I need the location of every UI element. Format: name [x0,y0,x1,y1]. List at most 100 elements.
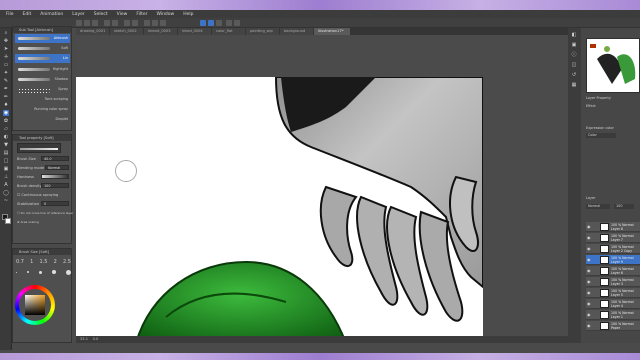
tab-document[interactable]: drawing_0001 [76,28,109,35]
brush-density-value[interactable]: 100 [41,183,69,188]
auto-select-icon[interactable]: ✦ [3,70,9,76]
opacity-value[interactable]: 100 [614,204,634,209]
blend-icon[interactable]: ◐ [3,134,9,140]
correct-line-icon[interactable]: ~ [3,198,9,204]
undo-icon[interactable] [104,20,110,26]
menu-filter[interactable]: Filter [136,12,147,17]
menu-window[interactable]: Window [156,12,174,17]
eyedropper-icon[interactable]: ✎ [3,78,9,84]
menu-edit[interactable]: Edit [23,12,32,17]
history-icon[interactable]: ↺ [571,72,577,78]
brush-size-preset[interactable]: 1 [30,259,33,265]
brush-item[interactable]: Highlight [15,65,70,74]
tab-document[interactable]: sketch_0002 [110,28,143,35]
eye-icon[interactable]: ◉ [587,313,591,317]
clear-icon[interactable] [124,20,130,26]
stabilization-value[interactable]: 0 [41,201,69,206]
redo-icon[interactable] [112,20,118,26]
figure-icon[interactable]: □ [3,158,9,164]
expression-color-select[interactable]: Color [586,133,616,138]
tab-document[interactable]: background [280,28,313,35]
airbrush-icon[interactable]: ◉ [3,110,9,116]
layer-row[interactable]: ◉ 100 % Normal Layer 7 [586,233,640,243]
menu-select[interactable]: Select [94,12,108,17]
brush-size-preset[interactable]: 2 [54,259,57,265]
new-icon[interactable] [76,20,82,26]
snap-icon[interactable] [200,20,206,26]
layer-row[interactable]: ◉ 100 % Normal Layer 5 [586,288,640,298]
tab-document[interactable]: color_flat [212,28,245,35]
menu-help[interactable]: Help [183,12,193,17]
layer-row[interactable]: ◉ 100 % Normal Layer 1 [586,310,640,320]
pencil-icon[interactable]: ✏ [3,94,9,100]
navigator-icon[interactable]: ◧ [571,32,577,38]
fill-icon[interactable]: ▼ [3,142,9,148]
brush-item[interactable]: Running color spray [15,105,70,114]
decoration-icon[interactable]: ✿ [3,118,9,124]
menu-layer[interactable]: Layer [72,12,85,17]
layer-row[interactable]: ◉ 100 % Normal Layer 6 [586,266,640,276]
text-icon[interactable]: A [3,182,9,188]
brush-size-preset[interactable]: 0.7 [16,259,24,265]
layer-row[interactable]: ◉ 100 % Normal Layer 3 [586,277,640,287]
blend-mode-select[interactable]: Normal [586,204,610,209]
material-icon[interactable]: ▦ [571,82,577,88]
brush-size-value[interactable]: 40.0 [41,156,69,161]
deselect-icon[interactable] [144,20,150,26]
tab-document[interactable]: painting_wip [246,28,279,35]
brush-item[interactable]: Droplet [15,115,70,124]
invert-selection-icon[interactable] [152,20,158,26]
brush-size-preset[interactable]: 1.5 [40,259,48,265]
move-layer-icon[interactable]: ✛ [3,54,9,60]
move-icon[interactable]: ✥ [3,38,9,44]
crop-icon[interactable] [160,20,166,26]
color-wheel[interactable] [15,285,55,325]
eye-icon[interactable]: ◉ [587,269,591,273]
sub-color-swatch[interactable] [5,218,11,224]
brush-item[interactable]: Airbrush [15,34,70,43]
layer-row[interactable]: ◉ 100 % Normal Layer 9 [586,255,640,265]
brush-size-preset[interactable]: 2.5 [63,259,71,265]
brush-item[interactable]: Lin [15,54,70,63]
tab-document[interactable]: lineart_0003 [144,28,177,35]
pen-icon[interactable]: ✒ [3,86,9,92]
zoom-value[interactable]: 33.1 [80,337,88,341]
eye-icon[interactable]: ◉ [587,258,591,262]
eye-icon[interactable]: ◉ [587,324,591,328]
canvas-paper[interactable] [76,77,483,343]
reference-layer-checkbox[interactable]: ☐ Do not cross line of reference layer [17,211,73,215]
hardness-slider[interactable] [41,174,69,179]
eye-icon[interactable]: ◉ [587,236,591,240]
menu-file[interactable]: File [6,12,14,17]
brush-icon[interactable]: ♦ [3,102,9,108]
open-icon[interactable] [84,20,90,26]
eye-icon[interactable]: ◉ [587,225,591,229]
brush-item[interactable]: Soft [15,44,70,53]
layer-row[interactable]: ◉ 100 % Normal Paper [586,321,640,331]
eye-icon[interactable]: ◉ [587,280,591,284]
save-icon[interactable] [92,20,98,26]
eraser-icon[interactable]: ▱ [3,126,9,132]
tab-document[interactable]: inked_0004 [178,28,211,35]
eye-icon[interactable]: ◉ [587,247,591,251]
info-icon[interactable]: ⓘ [571,52,577,58]
menu-view[interactable]: View [117,12,128,17]
snap-ruler-icon[interactable] [208,20,214,26]
ruler-tool-icon[interactable]: ⊥ [3,174,9,180]
transform-icon[interactable] [132,20,138,26]
gradient-icon[interactable]: ▤ [3,150,9,156]
balloon-icon[interactable]: ◯ [3,190,9,196]
brush-item[interactable]: Tone scraping [15,95,70,104]
blending-mode-select[interactable]: Normal [45,165,69,170]
grid-icon[interactable] [234,20,240,26]
tab-document-active[interactable]: illustration17* [314,28,350,35]
snap-grid-icon[interactable] [216,20,222,26]
layer-property-icon[interactable]: ◫ [571,62,577,68]
ruler-icon[interactable] [226,20,232,26]
layer-row[interactable]: ◉ 100 % Normal Layer 4 [586,299,640,309]
color-square[interactable] [25,295,45,315]
layer-row[interactable]: ◉ 100 % Normal Layer 8 [586,222,640,232]
operation-icon[interactable]: ➤ [3,46,9,52]
frame-icon[interactable]: ▣ [3,166,9,172]
continuous-spraying-checkbox[interactable]: ☐ Continuous spraying [17,193,58,197]
